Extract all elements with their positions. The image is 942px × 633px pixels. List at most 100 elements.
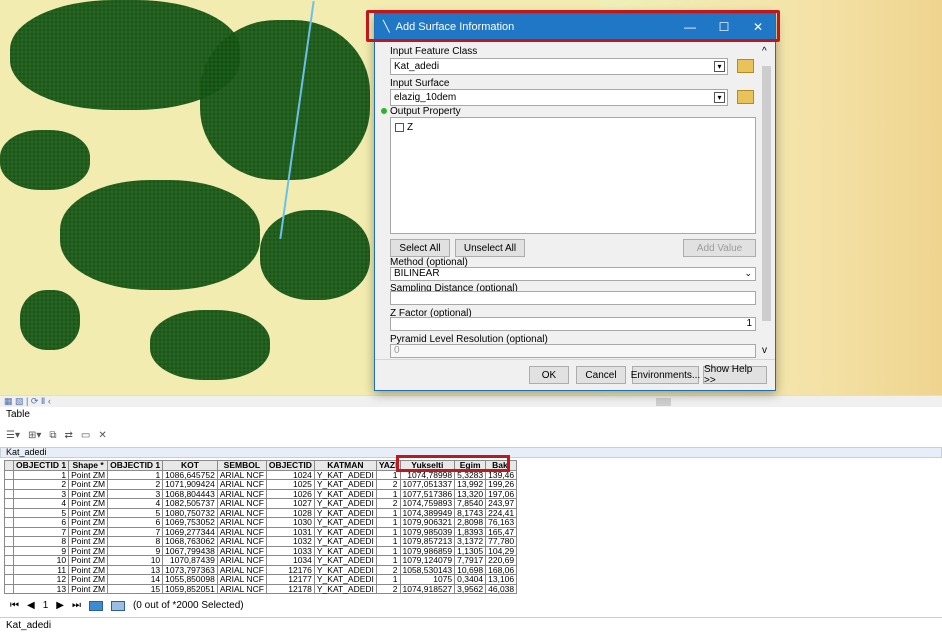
table-cell[interactable]: Point ZM [68,498,109,509]
scroll-thumb[interactable] [656,398,671,406]
select-all-button[interactable]: Select All [390,239,450,257]
table-cell[interactable]: 1077,051337 [399,479,456,490]
table-cell[interactable]: 1059,852051 [162,583,218,594]
row-selector[interactable] [4,545,14,556]
table-cell[interactable]: 1032 [265,536,315,547]
table-cell[interactable]: 1079,857213 [399,536,456,547]
table-cell[interactable]: 220,69 [485,555,518,566]
previous-record-icon[interactable]: ◀ [27,600,35,611]
table-cell[interactable]: Point ZM [68,536,109,547]
table-cell[interactable]: Y_KAT_ADEDI [313,583,377,594]
table-cell[interactable]: 1 [12,469,70,480]
table-cell[interactable]: Point ZM [68,517,109,528]
table-cell[interactable]: ARIAL NCF [216,583,267,594]
table-cell[interactable]: 6 [107,517,164,528]
table-cell[interactable]: 1079,906321 [399,517,456,528]
table-cell[interactable]: 1074,918527 [399,583,456,594]
row-selector[interactable] [4,498,14,509]
table-cell[interactable]: 7,8540 [454,498,487,509]
table-cell[interactable]: 3,9562 [454,583,487,594]
add-value-button[interactable]: Add Value [683,239,756,257]
row-selector[interactable] [4,574,14,585]
table-cell[interactable]: ARIAL NCF [216,479,267,490]
row-selector[interactable] [4,564,14,575]
table-cell[interactable]: 14 [107,574,164,585]
row-selector[interactable] [4,526,14,537]
table-cell[interactable]: 10 [107,555,164,566]
table-row[interactable]: 13 Point ZM 15 1059,852051 ARIAL NCF 12178 Y_K… [4,583,518,594]
table-cell[interactable]: 2 [375,583,401,594]
table-cell[interactable]: 13,106 [485,574,518,585]
row-selector[interactable] [4,507,14,518]
table-row[interactable]: 12 Point ZM 14 1055,850098 ARIAL NCF 12177 Y_K… [4,574,518,585]
table-cell[interactable]: Point ZM [68,555,109,566]
table-cell[interactable]: 4 [12,498,70,509]
first-record-icon[interactable]: ⏮ [10,600,19,611]
table-cell[interactable]: 1 [107,469,164,480]
table-cell[interactable]: 199,26 [485,479,518,490]
table-cell[interactable]: 13 [12,583,70,594]
table-cell[interactable]: 1 [375,517,401,528]
table-cell[interactable]: 76,163 [485,517,518,528]
table-cell[interactable]: 1074,759893 [399,498,456,509]
row-selector[interactable] [4,479,14,490]
table-cell[interactable]: Y_KAT_ADEDI [313,555,377,566]
table-cell[interactable]: 1070,87439 [162,555,218,566]
table-cell[interactable]: 5 [12,507,70,518]
table-cell[interactable]: 1069,753052 [162,517,218,528]
chevron-down-icon[interactable]: v [762,345,767,356]
z-factor-input[interactable]: 1 [390,317,756,331]
table-cell[interactable]: 1025 [265,479,315,490]
output-property-item[interactable]: Z [395,122,413,133]
table-cell[interactable]: 0,3404 [454,574,487,585]
table-cell[interactable]: 10 [12,555,70,566]
row-selector[interactable] [4,536,14,547]
row-selector[interactable] [4,517,14,528]
table-cell[interactable]: 3,1372 [454,536,487,547]
table-cell[interactable]: 243,97 [485,498,518,509]
table-cell[interactable]: 1034 [265,555,315,566]
output-property-list[interactable]: Z [390,117,756,234]
environments-button[interactable]: Environments... [631,366,700,384]
table-cell[interactable]: 12178 [265,583,315,594]
table-row[interactable]: 6 Point ZM 6 1069,753052 ARIAL NCF 1030 Y_KAT_… [4,517,518,528]
chevron-down-icon[interactable]: ▾ [714,92,725,103]
table-cell[interactable]: 1030 [265,517,315,528]
clear-selection-icon[interactable]: ▭ [81,430,90,441]
table-cell[interactable]: Y_KAT_ADEDI [313,498,377,509]
folder-icon[interactable] [737,90,754,104]
table-cell[interactable]: Y_KAT_ADEDI [313,536,377,547]
column-header[interactable]: SEMBOL [216,460,267,471]
table-cell[interactable]: 1027 [265,498,315,509]
column-header[interactable]: OBJECTID [265,460,315,471]
row-selector[interactable] [4,555,14,566]
row-selector[interactable] [4,583,14,594]
table-tab[interactable]: Kat_adedi [0,617,942,633]
table-cell[interactable]: 1068,763062 [162,536,218,547]
column-header[interactable]: Shape * [68,460,109,471]
map-horizontal-scrollbar[interactable]: ▦ ▧ | ⟳ Ⅱ ‹ [0,395,942,407]
switch-selection-icon[interactable]: ⇄ [65,430,73,441]
next-record-icon[interactable]: ▶ [56,600,64,611]
table-row[interactable]: 2 Point ZM 2 1071,909424 ARIAL NCF 1025 Y_KAT_… [4,479,518,490]
show-selected-records-icon[interactable] [110,600,125,611]
folder-icon[interactable] [737,59,754,73]
table-cell[interactable]: 1082,505737 [162,498,218,509]
table-cell[interactable]: 2,8098 [454,517,487,528]
table-cell[interactable]: 1 [375,536,401,547]
table-cell[interactable]: 5 [107,507,164,518]
map-view-tools[interactable]: ▦ ▧ | ⟳ Ⅱ ‹ [4,396,51,407]
show-all-records-icon[interactable] [88,600,103,611]
table-cell[interactable]: ARIAL NCF [216,574,267,585]
column-header[interactable]: KOT [162,460,218,471]
table-cell[interactable]: Y_KAT_ADEDI [313,517,377,528]
current-record[interactable]: 1 [43,600,49,611]
related-tables-icon[interactable]: ⊞▾ [28,430,41,441]
table-cell[interactable]: 3 [107,488,164,499]
table-cell[interactable]: 13,992 [454,479,487,490]
table-cell[interactable]: 7 [107,526,164,537]
table-cell[interactable]: 6 [12,517,70,528]
input-surface-combo[interactable]: elazig_10dem ▾ [390,89,728,106]
table-cell[interactable]: 8 [107,536,164,547]
ok-button[interactable]: OK [529,366,569,384]
